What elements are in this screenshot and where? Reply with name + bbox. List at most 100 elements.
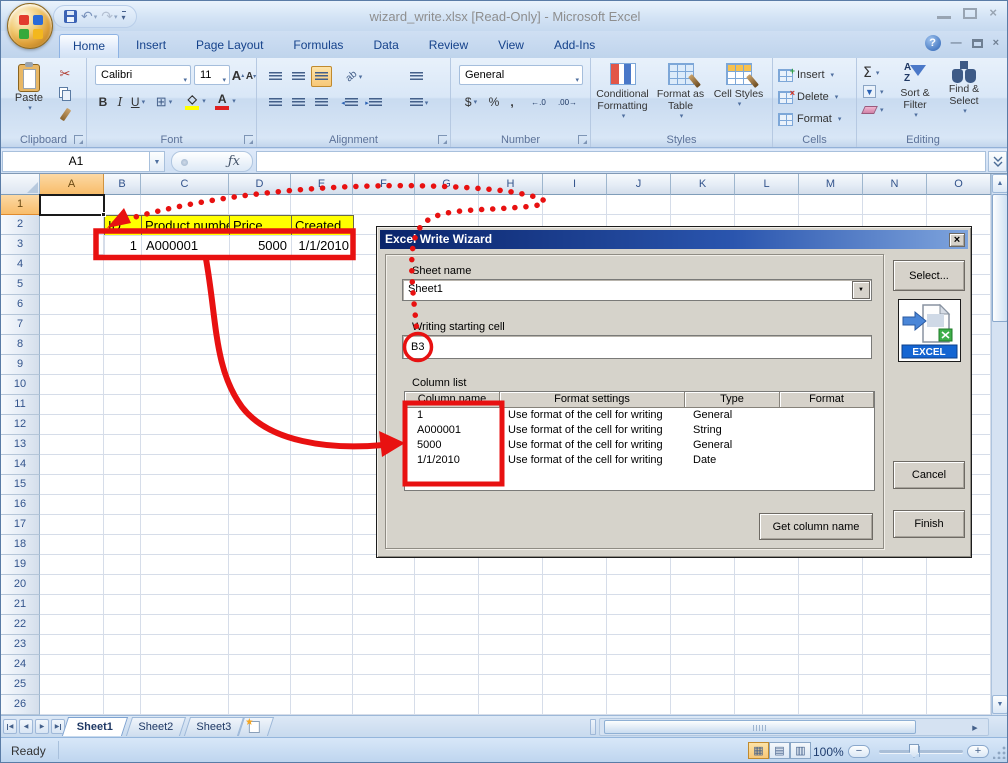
sort-filter-button[interactable]: AZ Sort & Filter▾ xyxy=(891,61,939,143)
fill-color-button[interactable]: ◇▾ xyxy=(181,91,209,111)
format-painter-button[interactable] xyxy=(53,104,77,124)
cell-B2[interactable]: ID. xyxy=(104,215,142,236)
column-list-row[interactable]: 5000Use format of the cell for writingGe… xyxy=(405,438,874,453)
shrink-font-button[interactable]: A▾ xyxy=(245,66,257,86)
row-header-10[interactable]: 10 xyxy=(1,375,40,395)
format-as-table-button[interactable]: Format as Table▾ xyxy=(653,61,708,143)
fill-button[interactable]: ▼▾ xyxy=(863,85,884,98)
borders-button[interactable]: ⊞▾ xyxy=(151,92,177,112)
comma-style-button[interactable]: , xyxy=(505,92,519,112)
writing-cell-input[interactable]: B3 xyxy=(402,335,872,359)
column-list-header-type[interactable]: Type xyxy=(685,392,780,408)
help-icon[interactable]: ? xyxy=(925,35,941,51)
dialog-close-button[interactable]: × xyxy=(949,233,965,247)
row-header-25[interactable]: 25 xyxy=(1,675,40,695)
cancel-button[interactable]: Cancel xyxy=(893,461,965,489)
row-header-20[interactable]: 20 xyxy=(1,575,40,595)
font-color-button[interactable]: A▾ xyxy=(211,91,239,111)
align-center-button[interactable] xyxy=(288,92,309,113)
row-header-18[interactable]: 18 xyxy=(1,535,40,555)
align-left-button[interactable] xyxy=(265,92,286,113)
cell-B3[interactable]: 1 xyxy=(104,235,142,256)
row-header-9[interactable]: 9 xyxy=(1,355,40,375)
orientation-button[interactable]: ab▾ xyxy=(339,66,369,87)
clear-button[interactable]: ▾ xyxy=(863,106,884,114)
row-header-17[interactable]: 17 xyxy=(1,515,40,535)
paste-button[interactable]: Paste ▾ xyxy=(7,63,51,129)
conditional-formatting-button[interactable]: Conditional Formatting▾ xyxy=(595,61,650,143)
cut-button[interactable]: ✂ xyxy=(53,64,77,84)
column-header-M[interactable]: M xyxy=(799,174,863,195)
row-header-11[interactable]: 11 xyxy=(1,395,40,415)
column-header-O[interactable]: O xyxy=(927,174,991,195)
formula-input[interactable] xyxy=(256,151,986,172)
office-button[interactable] xyxy=(7,3,53,49)
fill-handle[interactable] xyxy=(101,212,106,217)
sheet-tab-sheet2[interactable]: Sheet2 xyxy=(126,717,186,736)
insert-cells-button[interactable]: + Insert▾ xyxy=(778,66,834,84)
ribbon-tab-data[interactable]: Data xyxy=(360,34,411,58)
zoom-in-button[interactable]: + xyxy=(967,745,989,758)
finish-button[interactable]: Finish xyxy=(893,510,965,538)
select-all-corner[interactable] xyxy=(1,174,40,195)
previous-sheet-button[interactable]: ◀ xyxy=(19,719,33,734)
column-list-header-column-name[interactable]: Column name xyxy=(405,392,500,408)
increase-decimal-button[interactable]: ←.0 xyxy=(525,92,552,112)
cell-C2[interactable]: Product number xyxy=(141,215,230,236)
column-header-F[interactable]: F xyxy=(353,174,415,195)
font-size-combo[interactable]: 11▾ xyxy=(194,65,230,85)
selected-cell-A1[interactable] xyxy=(39,194,105,216)
accounting-format-button[interactable]: $▾ xyxy=(459,92,483,112)
percent-style-button[interactable]: % xyxy=(485,92,503,112)
bold-button[interactable]: B xyxy=(95,92,111,112)
workbook-restore-button[interactable] xyxy=(972,39,983,48)
column-header-A[interactable]: A xyxy=(40,174,104,195)
column-header-B[interactable]: B xyxy=(104,174,141,195)
number-format-combo[interactable]: General▾ xyxy=(459,65,583,85)
row-header-13[interactable]: 13 xyxy=(1,435,40,455)
workbook-minimize-button[interactable]: — xyxy=(951,37,962,49)
row-header-3[interactable]: 3 xyxy=(1,235,40,255)
column-header-D[interactable]: D xyxy=(229,174,291,195)
align-right-button[interactable] xyxy=(311,92,332,113)
first-sheet-button[interactable]: ◀ xyxy=(3,719,17,734)
column-list-header-format-settings[interactable]: Format settings xyxy=(500,392,685,408)
column-list-header-format[interactable]: Format xyxy=(780,392,874,408)
column-header-L[interactable]: L xyxy=(735,174,799,195)
number-dialog-launcher[interactable] xyxy=(578,135,587,144)
row-header-26[interactable]: 26 xyxy=(1,695,40,715)
maximize-button[interactable] xyxy=(963,8,977,19)
row-header-5[interactable]: 5 xyxy=(1,275,40,295)
tab-scrollbar-splitter[interactable] xyxy=(590,719,596,735)
minimize-button[interactable] xyxy=(937,8,951,19)
delete-cells-button[interactable]: × Delete▾ xyxy=(778,88,838,106)
row-header-8[interactable]: 8 xyxy=(1,335,40,355)
ribbon-tab-formulas[interactable]: Formulas xyxy=(280,34,356,58)
underline-button[interactable]: U▾ xyxy=(128,92,148,112)
get-column-name-button[interactable]: Get column name xyxy=(759,513,873,540)
vertical-scrollbar-thumb[interactable] xyxy=(992,194,1008,322)
zoom-out-button[interactable]: − xyxy=(848,745,870,758)
insert-function-button[interactable]: ƒx xyxy=(171,151,253,172)
ribbon-tab-add-ins[interactable]: Add-Ins xyxy=(541,34,608,58)
merge-center-button[interactable]: ▾ xyxy=(403,92,435,113)
cell-E3[interactable]: 1/1/2010 xyxy=(291,235,354,256)
top-align-button[interactable] xyxy=(265,66,286,87)
horizontal-scrollbar[interactable]: ▶ xyxy=(599,718,989,736)
column-list-row[interactable]: 1/1/2010Use format of the cell for writi… xyxy=(405,453,874,468)
column-header-G[interactable]: G xyxy=(415,174,479,195)
row-header-15[interactable]: 15 xyxy=(1,475,40,495)
ribbon-tab-insert[interactable]: Insert xyxy=(123,34,179,58)
decrease-decimal-button[interactable]: .00→ xyxy=(554,92,581,112)
page-break-view-button[interactable]: ▥ xyxy=(790,742,811,759)
scroll-up-button[interactable]: ▲ xyxy=(992,174,1008,193)
ribbon-tab-page-layout[interactable]: Page Layout xyxy=(183,34,276,58)
column-list-row[interactable]: A000001Use format of the cell for writin… xyxy=(405,423,874,438)
row-header-16[interactable]: 16 xyxy=(1,495,40,515)
row-header-7[interactable]: 7 xyxy=(1,315,40,335)
font-dialog-launcher[interactable] xyxy=(244,135,253,144)
next-sheet-button[interactable]: ▶ xyxy=(35,719,49,734)
column-header-K[interactable]: K xyxy=(671,174,735,195)
increase-indent-button[interactable]: ▸ xyxy=(363,92,384,113)
copy-button[interactable] xyxy=(53,84,77,104)
